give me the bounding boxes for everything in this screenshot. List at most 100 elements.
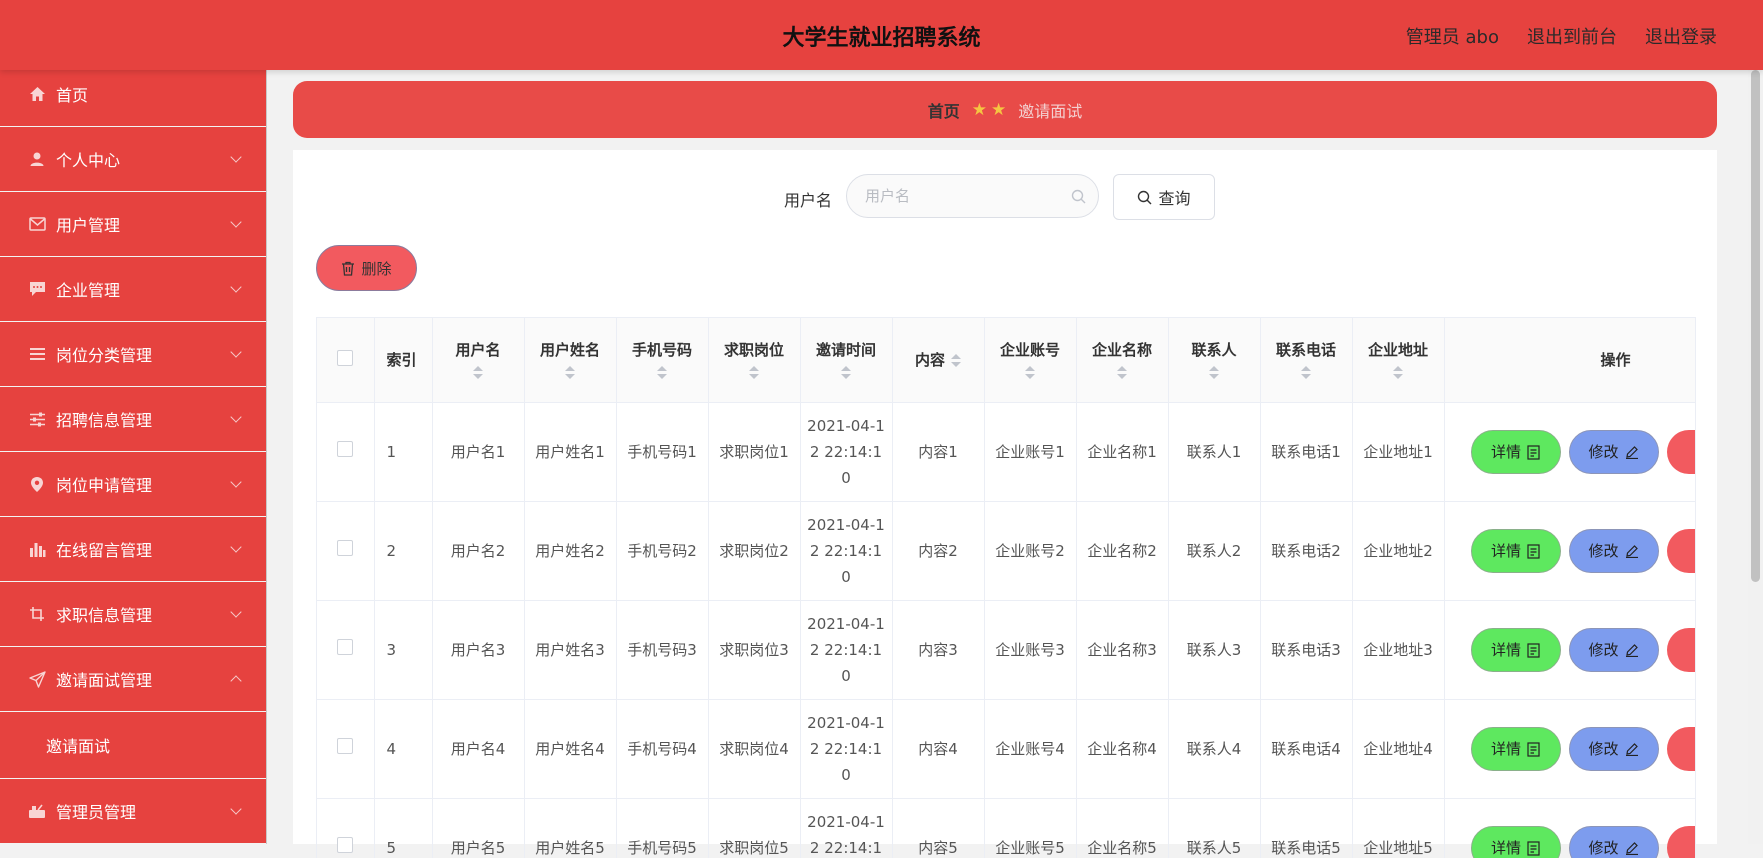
column-header-phone[interactable]: 手机号码 (616, 318, 708, 403)
query-button[interactable]: 查询 (1113, 174, 1215, 220)
sidebar-item-admin-management[interactable]: 管理员管理 (0, 779, 266, 844)
detail-button[interactable]: 详情 (1471, 430, 1561, 474)
sort-icon[interactable] (657, 366, 667, 380)
column-header-contact-phone[interactable]: 联系电话 (1260, 318, 1352, 403)
table-cell: 企业名称1 (1076, 403, 1168, 502)
table-cell: 企业账号3 (984, 601, 1076, 700)
sort-icon[interactable] (1209, 366, 1219, 380)
sidebar-item-interview-invitation-management[interactable]: 邀请面试管理 (0, 647, 266, 712)
row-actions: 详情修改 (1444, 799, 1696, 858)
sort-icon[interactable] (1301, 366, 1311, 380)
trash-icon (341, 261, 355, 276)
table-cell: 手机号码2 (616, 502, 708, 601)
sidebar-item-message-management[interactable]: 在线留言管理 (0, 517, 266, 582)
row-delete-button[interactable] (1667, 727, 1697, 771)
column-header-fullname[interactable]: 用户姓名 (524, 318, 616, 403)
breadcrumb-current: 邀请面试 (1018, 98, 1082, 122)
detail-button[interactable]: 详情 (1471, 727, 1561, 771)
table-cell: 内容2 (892, 502, 984, 601)
row-delete-button[interactable] (1667, 826, 1697, 858)
sidebar-item-personal-center[interactable]: 个人中心 (0, 127, 266, 192)
bar-chart-icon (28, 540, 46, 558)
sidebar-subitem-interview-invitation[interactable]: 邀请面试 (0, 712, 266, 779)
table-cell: 用户姓名1 (524, 403, 616, 502)
admin-user-link[interactable]: 管理员 abo (1406, 23, 1499, 49)
sort-icon[interactable] (565, 366, 575, 380)
send-icon (28, 670, 46, 688)
cell-text: 2021-04-12 22:14:10 (807, 813, 885, 858)
row-checkbox[interactable] (337, 639, 353, 655)
sort-icon[interactable] (473, 366, 483, 380)
column-header-label: 联系人 (1191, 341, 1236, 359)
row-checkbox[interactable] (337, 441, 353, 457)
sort-icon[interactable] (1025, 366, 1035, 380)
column-header-content[interactable]: 内容 (892, 318, 984, 403)
column-header-company-account[interactable]: 企业账号 (984, 318, 1076, 403)
select-all-checkbox[interactable] (337, 350, 353, 366)
column-header-invite-time[interactable]: 邀请时间 (800, 318, 892, 403)
row-delete-button[interactable] (1667, 430, 1697, 474)
column-header-username[interactable]: 用户名 (432, 318, 524, 403)
document-icon (1527, 544, 1540, 559)
column-header-company-name[interactable]: 企业名称 (1076, 318, 1168, 403)
row-checkbox[interactable] (337, 837, 353, 853)
table-row: 2用户名2用户姓名2手机号码2求职岗位22021-04-12 22:14:10内… (317, 502, 1696, 601)
page-scrollbar[interactable] (1748, 70, 1763, 844)
breadcrumb-home[interactable]: 首页 (928, 98, 960, 122)
sort-icon[interactable] (1117, 366, 1127, 380)
logout-link[interactable]: 退出登录 (1645, 23, 1717, 49)
cell-text: 用户姓名3 (535, 641, 605, 659)
sort-icon[interactable] (841, 366, 851, 380)
edit-button[interactable]: 修改 (1569, 727, 1659, 771)
cell-text: 企业名称5 (1087, 839, 1157, 857)
column-header-contact[interactable]: 联系人 (1168, 318, 1260, 403)
table-cell: 用户名5 (432, 799, 524, 858)
back-to-frontend-link[interactable]: 退出到前台 (1527, 23, 1617, 49)
column-header-label: 操作 (1601, 351, 1631, 369)
sort-icon[interactable] (749, 366, 759, 380)
sidebar-item-job-seeking-management[interactable]: 求职信息管理 (0, 582, 266, 647)
column-header-job[interactable]: 求职岗位 (708, 318, 800, 403)
edit-button[interactable]: 修改 (1569, 826, 1659, 858)
sidebar-item-recruitment-info-management[interactable]: 招聘信息管理 (0, 387, 266, 452)
table-cell: 手机号码5 (616, 799, 708, 858)
column-header-company-address[interactable]: 企业地址 (1352, 318, 1444, 403)
cell-text: 4 (387, 740, 397, 758)
sidebar-item-label: 首页 (56, 82, 88, 106)
edit-button[interactable]: 修改 (1569, 430, 1659, 474)
top-nav: 管理员 abo 退出到前台 退出登录 (1406, 23, 1717, 49)
chat-icon (28, 280, 46, 298)
row-select-cell (317, 403, 374, 502)
sort-icon[interactable] (951, 354, 961, 368)
detail-button[interactable]: 详情 (1471, 826, 1561, 858)
cell-text: 用户姓名1 (535, 443, 605, 461)
row-checkbox[interactable] (337, 540, 353, 556)
column-header-label: 内容 (915, 351, 945, 369)
row-delete-button[interactable] (1667, 529, 1697, 573)
edit-button[interactable]: 修改 (1569, 529, 1659, 573)
cell-text: 联系电话1 (1271, 443, 1341, 461)
sidebar-item-home[interactable]: 首页 (0, 70, 266, 127)
scrollbar-thumb[interactable] (1751, 70, 1760, 582)
sidebar-item-job-application-management[interactable]: 岗位申请管理 (0, 452, 266, 517)
row-checkbox[interactable] (337, 738, 353, 754)
detail-button[interactable]: 详情 (1471, 628, 1561, 672)
table-cell: 企业地址4 (1352, 700, 1444, 799)
column-header-actions: 操作 (1444, 318, 1696, 403)
cell-text: 企业名称4 (1087, 740, 1157, 758)
cell-text: 用户名5 (451, 839, 506, 857)
row-delete-button[interactable] (1667, 628, 1697, 672)
sort-icon[interactable] (1393, 366, 1403, 380)
column-header-label: 用户名 (455, 341, 500, 359)
document-icon (1527, 445, 1540, 460)
user-icon (28, 150, 46, 168)
batch-delete-button[interactable]: 删除 (316, 245, 417, 291)
table-cell: 企业地址3 (1352, 601, 1444, 700)
sidebar-item-user-management[interactable]: 用户管理 (0, 192, 266, 257)
sidebar-item-job-category-management[interactable]: 岗位分类管理 (0, 322, 266, 387)
chevron-down-icon (230, 476, 241, 487)
sidebar-item-company-management[interactable]: 企业管理 (0, 257, 266, 322)
detail-button[interactable]: 详情 (1471, 529, 1561, 573)
username-search-input[interactable] (863, 175, 1057, 217)
edit-button[interactable]: 修改 (1569, 628, 1659, 672)
